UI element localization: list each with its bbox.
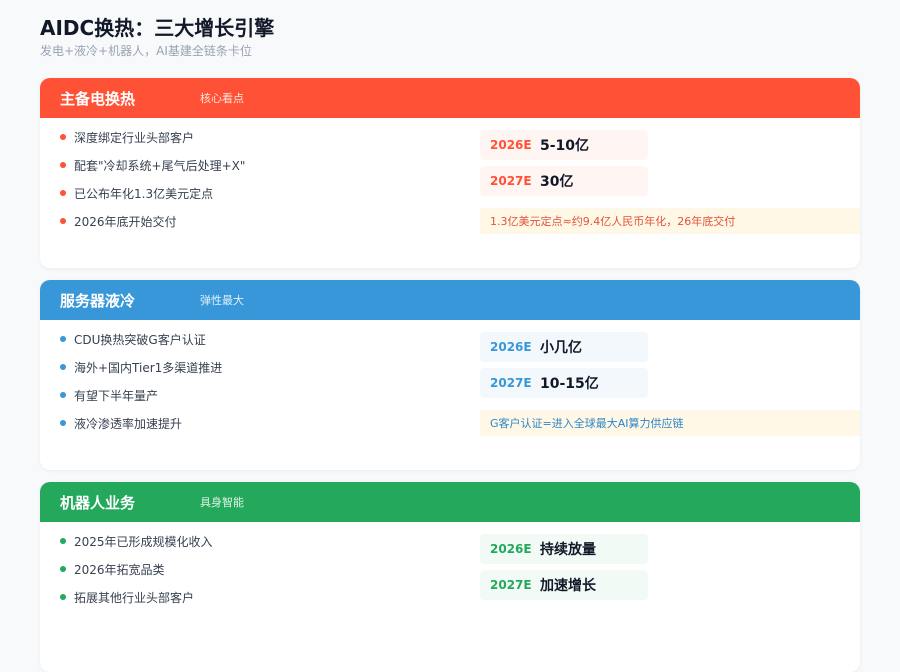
bullet-dot-icon xyxy=(60,190,66,196)
bullet-dot-icon xyxy=(60,420,66,426)
metric-year: 2027E xyxy=(490,578,532,592)
metric-value: 加速增长 xyxy=(540,578,596,594)
section-header: 服务器液冷 弹性最大 xyxy=(40,280,860,320)
metric-2026: 2026E 5-10亿 xyxy=(480,130,648,160)
bullet-text: 有望下半年量产 xyxy=(74,388,159,403)
bullet-text: 海外+国内Tier1多渠道推进 xyxy=(74,360,223,375)
bullet-text: 配套"冷却系统+尾气后处理+X" xyxy=(74,158,246,173)
metric-year: 2027E xyxy=(490,376,532,390)
bullet-text: 液冷渗透率加速提升 xyxy=(74,416,183,431)
bullet-dot-icon xyxy=(60,392,66,398)
section-header: 主备电换热 核心看点 xyxy=(40,78,860,118)
metric-year: 2026E xyxy=(490,542,532,556)
section-title: 服务器液冷 xyxy=(60,291,136,310)
bullet-item: 2025年已形成规模化收入 xyxy=(60,527,213,555)
bullet-text: 已公布年化1.3亿美元定点 xyxy=(74,186,214,201)
bullet-list: CDU换热突破G客户认证 海外+国内Tier1多渠道推进 有望下半年量产 液冷渗… xyxy=(60,325,222,437)
metric-2027: 2027E 30亿 xyxy=(480,166,648,196)
metric-year: 2026E xyxy=(490,138,532,152)
page-subtitle: 发电+液冷+机器人，AI基建全链条卡位 xyxy=(40,44,252,58)
bullet-text: CDU换热突破G客户认证 xyxy=(74,332,206,347)
bullet-text: 2026年底开始交付 xyxy=(74,214,177,229)
bullet-dot-icon xyxy=(60,336,66,342)
bullet-text: 2026年拓宽品类 xyxy=(74,562,165,577)
section-title: 机器人业务 xyxy=(60,493,136,512)
section-tag: 具身智能 xyxy=(200,496,244,509)
bullet-dot-icon xyxy=(60,538,66,544)
metric-value: 5-10亿 xyxy=(540,138,590,154)
metric-value: 30亿 xyxy=(540,174,574,190)
bullet-item: 深度绑定行业头部客户 xyxy=(60,123,245,151)
bullet-item: 2026年底开始交付 xyxy=(60,207,245,235)
page-title: AIDC换热：三大增长引擎 xyxy=(40,16,275,40)
bullet-item: 拓展其他行业头部客户 xyxy=(60,583,213,611)
bullet-dot-icon xyxy=(60,566,66,572)
bullet-list: 2025年已形成规模化收入 2026年拓宽品类 拓展其他行业头部客户 xyxy=(60,527,213,611)
section-card-robotics: 机器人业务 具身智能 2025年已形成规模化收入 2026年拓宽品类 拓展其他行… xyxy=(40,482,860,672)
metric-year: 2027E xyxy=(490,174,532,188)
section-title: 主备电换热 xyxy=(60,89,136,108)
bullet-text: 2025年已形成规模化收入 xyxy=(74,534,213,549)
bullet-item: 海外+国内Tier1多渠道推进 xyxy=(60,353,222,381)
bullet-dot-icon xyxy=(60,134,66,140)
section-header: 机器人业务 具身智能 xyxy=(40,482,860,522)
bullet-item: CDU换热突破G客户认证 xyxy=(60,325,222,353)
metric-value: 持续放量 xyxy=(540,542,596,558)
bullet-dot-icon xyxy=(60,162,66,168)
bullet-dot-icon xyxy=(60,594,66,600)
metric-year: 2026E xyxy=(490,340,532,354)
metric-value: 10-15亿 xyxy=(540,376,599,392)
section-card-backup-power: 主备电换热 核心看点 深度绑定行业头部客户 配套"冷却系统+尾气后处理+X" 已… xyxy=(40,78,860,268)
metric-2027: 2027E 加速增长 xyxy=(480,570,648,600)
section-note: G客户认证=进入全球最大AI算力供应链 xyxy=(480,410,860,436)
section-tag: 核心看点 xyxy=(200,92,244,105)
bullet-item: 配套"冷却系统+尾气后处理+X" xyxy=(60,151,245,179)
metric-2026: 2026E 小几亿 xyxy=(480,332,648,362)
bullet-item: 有望下半年量产 xyxy=(60,381,222,409)
bullet-item: 已公布年化1.3亿美元定点 xyxy=(60,179,245,207)
section-note: 1.3亿美元定点≈约9.4亿人民币年化，26年底交付 xyxy=(480,208,860,234)
metric-2026: 2026E 持续放量 xyxy=(480,534,648,564)
metric-2027: 2027E 10-15亿 xyxy=(480,368,648,398)
bullet-text: 深度绑定行业头部客户 xyxy=(74,130,195,145)
metric-value: 小几亿 xyxy=(540,340,582,356)
bullet-dot-icon xyxy=(60,364,66,370)
section-tag: 弹性最大 xyxy=(200,294,244,307)
bullet-list: 深度绑定行业头部客户 配套"冷却系统+尾气后处理+X" 已公布年化1.3亿美元定… xyxy=(60,123,245,235)
bullet-item: 2026年拓宽品类 xyxy=(60,555,213,583)
bullet-text: 拓展其他行业头部客户 xyxy=(74,590,195,605)
section-card-server-cooling: 服务器液冷 弹性最大 CDU换热突破G客户认证 海外+国内Tier1多渠道推进 … xyxy=(40,280,860,470)
bullet-item: 液冷渗透率加速提升 xyxy=(60,409,222,437)
bullet-dot-icon xyxy=(60,218,66,224)
